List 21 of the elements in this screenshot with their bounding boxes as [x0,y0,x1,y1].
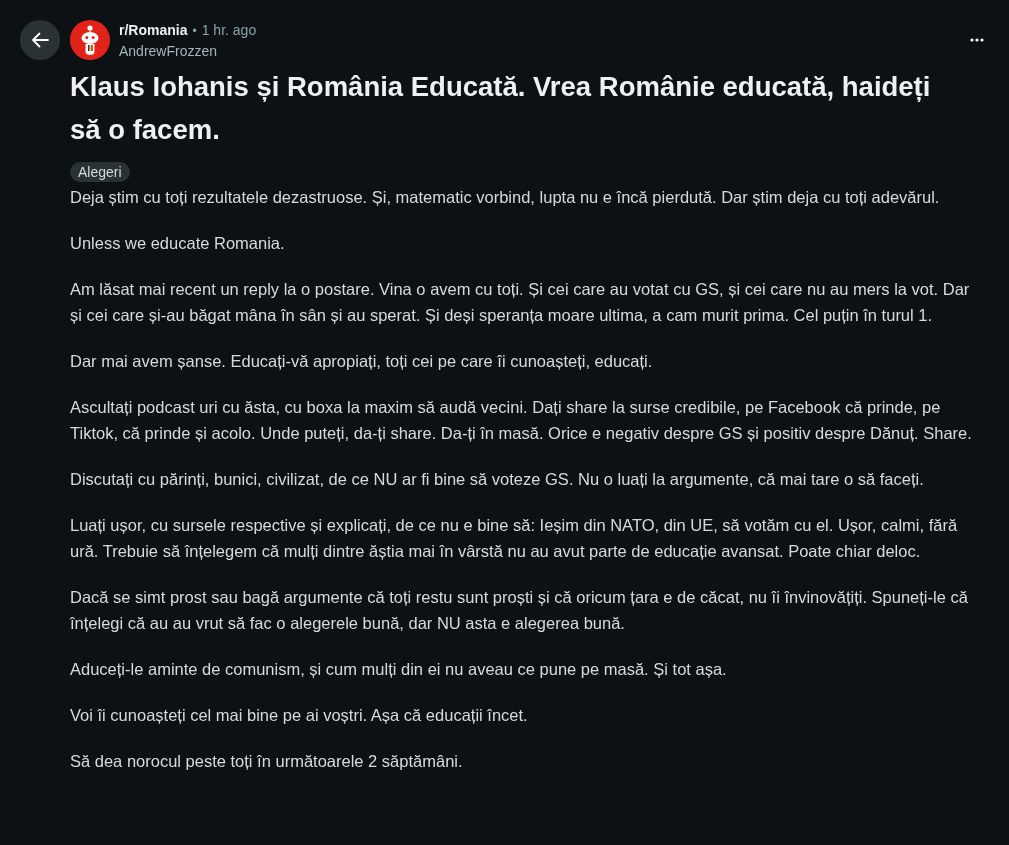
subreddit-link[interactable]: r/Romania [119,19,188,40]
author-link[interactable]: AndrewFrozzen [119,40,218,61]
ellipsis-icon [970,38,984,42]
body-paragraph: Să dea norocul peste toți în următoarele 2 săptămâni. [70,751,464,772]
post-time: 1 hr. ago [201,20,257,40]
body-paragraph: Discutați cu părinți, bunici, civilizat, de ce NU ar fi bine să voteze GS. Nu o luați la argumente, că mai tare o să faceți. [70,469,925,490]
flair-tag[interactable]: Alegeri [70,162,130,182]
body-paragraph: Dacă se simt prost sau bagă argumente că toți restu sunt proști și că oricum țara e de căcat, nu îi învinovățiți. Spuneți-le că înțelegi că au au vrut să fac o alegerele bună, dar NU asta e alegerea bună. [70,587,969,634]
arrow-left-icon [31,32,49,48]
body-paragraph: Unless we educate Romania. [70,233,286,254]
body-paragraph: Deja știm cu toți rezultatele dezastruose. Și, matematic vorbind, lupta nu e încă pierdută. Dar știm deja cu toți adevărul. [70,187,941,208]
post-title: Klaus Iohanis și România Educată. Vrea Românie educată, haideți să o facem. [70,70,932,147]
mascot-avatar-icon[interactable] [70,20,110,60]
body-paragraph: Voi îi cunoașteți cel mai bine pe ai voștri. Așa că educații încet. [70,705,529,726]
body-paragraph: Dar mai avem șanse. Educați-vă apropiați, toți cei pe care îi cunoașteți, educați. [70,351,654,372]
body-paragraph: Aduceți-le aminte de comunism, și cum mulți din ei nu aveau ce pune pe masă. Și tot așa. [70,659,728,680]
back-button[interactable] [20,20,60,60]
body-paragraph: Am lăsat mai recent un reply la o postare. Vina o avem cu toți. Și cei care au votat cu GS, și cei care nu au mers la vot. Dar și cei care și-au băgat mâna în sân și au sperat. Și deși speranța moare ultima, a cam murit prima. Cel puțin în turul 1. [70,279,971,326]
body-paragraph: Luați ușor, cu sursele respective și explicați, de ce nu e bine să: Ieșim din NATO, din UE, să votăm cu el. Ușor, calmi, fără ură. Trebuie să înțelegem că mulți dintre ăștia mai în vârstă nu au avut parte de educație avansat. Poate chiar deloc. [70,515,959,562]
body-paragraph: Ascultați podcast uri cu ăsta, cu boxa la maxim să audă vecini. Dați share la surse credibile, pe Facebook că prinde, pe Tiktok, că prinde și acolo. Unde puteți, da-ți share. Da-ți în masă. Orice e negativ despre GS și positiv despre Dănuț. Share. [70,397,973,444]
separator: • [192,22,197,40]
